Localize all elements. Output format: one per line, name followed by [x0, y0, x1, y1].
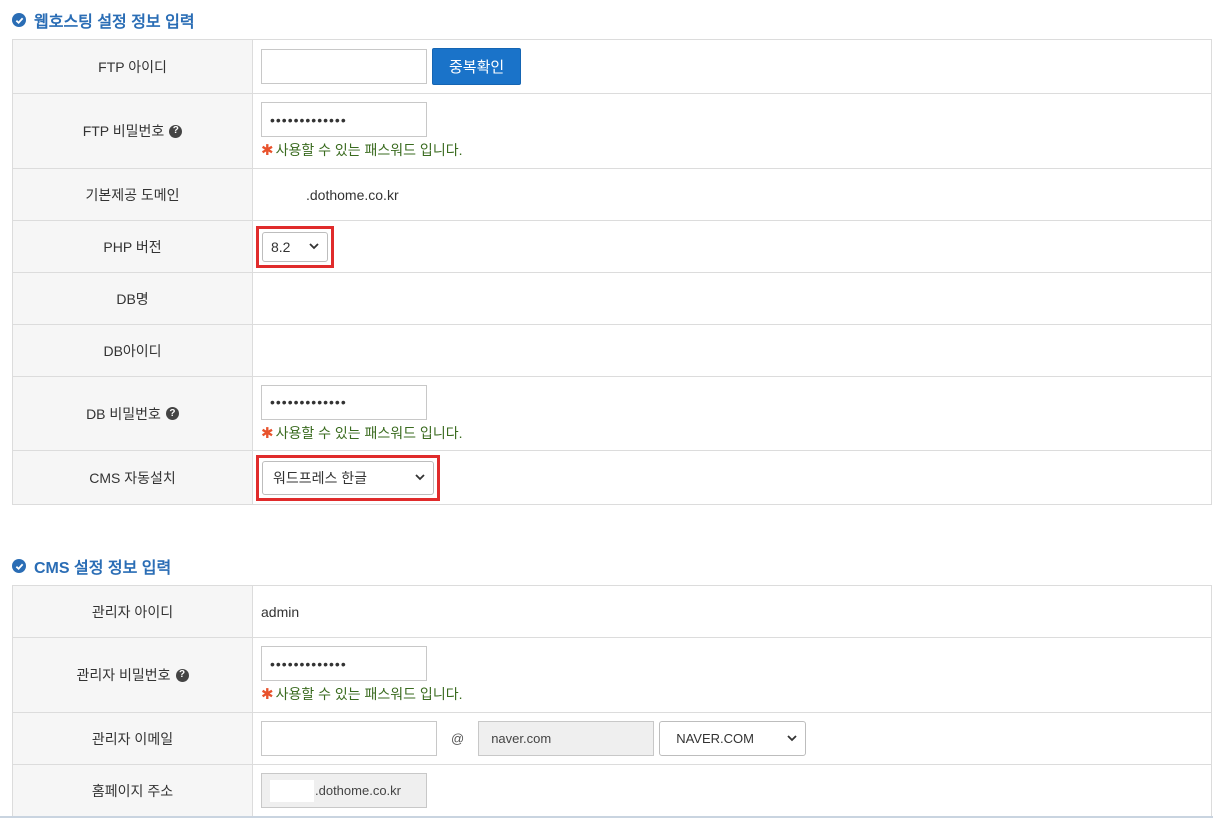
email-select-value: NAVER.COM: [676, 731, 754, 746]
php-version-select[interactable]: 8.2: [262, 231, 328, 262]
php-label: PHP 버전: [12, 220, 253, 273]
php-highlight-box: 8.2: [256, 225, 334, 268]
help-icon[interactable]: ?: [169, 124, 183, 138]
webhosting-form-table: FTP 아이디 중복확인 FTP 비밀번호 ? ✱ 사용할 수 있는 패스워드 …: [12, 39, 1212, 505]
email-domain-select[interactable]: NAVER.COM: [659, 721, 807, 756]
cms-cell: 워드프레스 한글: [252, 450, 1212, 505]
db-id-label: DB아이디: [12, 324, 253, 377]
section-title-cms: CMS 설정 정보 입력: [12, 554, 171, 578]
db-pw-label: DB 비밀번호: [86, 405, 161, 422]
db-name-label: DB명: [12, 272, 253, 325]
admin-pw-label: 관리자 비밀번호: [76, 667, 171, 683]
admin-pw-note: ✱ 사용할 수 있는 패스워드 입니다.: [261, 684, 1211, 704]
admin-id-row: 관리자 아이디 admin: [12, 585, 1212, 638]
ftp-id-input[interactable]: [261, 49, 427, 84]
ftp-pw-note: ✱ 사용할 수 있는 패스워드 입니다.: [261, 140, 1211, 160]
cms-label: CMS 자동설치: [12, 450, 253, 505]
cms-row: CMS 자동설치 워드프레스 한글: [12, 450, 1212, 505]
chevron-down-icon: [415, 472, 425, 484]
help-icon[interactable]: ?: [165, 407, 179, 420]
cms-select-value: 워드프레스 한글: [273, 469, 368, 486]
ftp-id-label: FTP 아이디: [12, 39, 253, 94]
homepage-label: 홈페이지 주소: [12, 764, 253, 817]
asterisk-icon: ✱: [261, 142, 274, 159]
check-circle-icon: [12, 13, 26, 27]
homepage-subdomain-blank: [270, 779, 314, 802]
php-version-value: 8.2: [271, 238, 291, 255]
help-icon[interactable]: ?: [175, 668, 189, 682]
chevron-down-icon: [787, 733, 797, 745]
section-title-text: CMS 설정 정보 입력: [34, 560, 172, 577]
email-domain-input[interactable]: [478, 721, 655, 756]
db-pw-note: ✱ 사용할 수 있는 패스워드 입니다.: [261, 423, 1211, 443]
db-pw-input[interactable]: [261, 384, 427, 420]
php-row: PHP 버전 8.2: [12, 220, 1212, 273]
admin-pw-label-cell: 관리자 비밀번호 ?: [12, 637, 253, 713]
section-title-text: 웹호스팅 설정 정보 입력: [34, 14, 195, 31]
admin-pw-note-text: 사용할 수 있는 패스워드 입니다.: [275, 686, 463, 702]
admin-id-value: admin: [261, 603, 300, 620]
domain-value: .dothome.co.kr: [306, 186, 399, 203]
bottom-divider: [0, 816, 1213, 818]
dup-check-button[interactable]: 중복확인: [432, 48, 522, 85]
cms-form-table: 관리자 아이디 admin 관리자 비밀번호 ? ✱ 사용할 수 있는 패스워드…: [12, 585, 1212, 817]
ftp-pw-input[interactable]: [261, 102, 427, 137]
db-pw-label-cell: DB 비밀번호 ?: [12, 376, 253, 451]
db-id-row: DB아이디: [12, 324, 1212, 377]
ftp-id-row: FTP 아이디 중복확인: [12, 39, 1212, 94]
chevron-down-icon: [309, 241, 319, 253]
admin-pw-cell: ✱ 사용할 수 있는 패스워드 입니다.: [252, 637, 1212, 713]
admin-email-cell: @ NAVER.COM: [252, 712, 1212, 765]
asterisk-icon: ✱: [261, 686, 274, 703]
cms-highlight-box: 워드프레스 한글: [256, 454, 440, 501]
domain-row: 기본제공 도메인 .dothome.co.kr: [12, 168, 1212, 221]
ftp-pw-note-text: 사용할 수 있는 패스워드 입니다.: [275, 142, 463, 158]
domain-label: 기본제공 도메인: [12, 168, 253, 221]
section-title-webhosting: 웹호스팅 설정 정보 입력: [12, 8, 195, 32]
email-local-input[interactable]: [261, 721, 437, 756]
admin-id-label: 관리자 아이디: [12, 585, 253, 638]
db-pw-cell: ✱ 사용할 수 있는 패스워드 입니다.: [252, 376, 1212, 451]
admin-pw-input[interactable]: [261, 646, 427, 681]
admin-pw-row: 관리자 비밀번호 ? ✱ 사용할 수 있는 패스워드 입니다.: [12, 637, 1212, 713]
ftp-pw-cell: ✱ 사용할 수 있는 패스워드 입니다.: [252, 93, 1212, 169]
email-at-sign: @: [451, 731, 465, 746]
homepage-row: 홈페이지 주소 .dothome.co.kr: [12, 764, 1212, 817]
cms-select[interactable]: 워드프레스 한글: [262, 460, 434, 495]
ftp-pw-label-cell: FTP 비밀번호 ?: [12, 93, 253, 169]
homepage-cell: .dothome.co.kr: [252, 764, 1212, 817]
check-circle-icon: [12, 559, 26, 573]
db-pw-note-text: 사용할 수 있는 패스워드 입니다.: [275, 424, 463, 441]
ftp-pw-label: FTP 비밀번호: [82, 123, 165, 139]
domain-cell: .dothome.co.kr: [252, 168, 1212, 221]
admin-email-row: 관리자 이메일 @ NAVER.COM: [12, 712, 1212, 765]
ftp-id-cell: 중복확인: [252, 39, 1212, 94]
admin-id-cell: admin: [252, 585, 1212, 638]
db-name-cell: [252, 272, 1212, 325]
db-name-row: DB명: [12, 272, 1212, 325]
php-cell: 8.2: [252, 220, 1212, 273]
admin-email-label: 관리자 이메일: [12, 712, 253, 765]
db-pw-row: DB 비밀번호 ? ✱ 사용할 수 있는 패스워드 입니다.: [12, 376, 1212, 451]
ftp-pw-row: FTP 비밀번호 ? ✱ 사용할 수 있는 패스워드 입니다.: [12, 93, 1212, 169]
asterisk-icon: ✱: [261, 424, 274, 442]
homepage-domain-suffix: .dothome.co.kr: [315, 783, 401, 798]
db-id-cell: [252, 324, 1212, 377]
homepage-address-field[interactable]: .dothome.co.kr: [261, 773, 427, 808]
